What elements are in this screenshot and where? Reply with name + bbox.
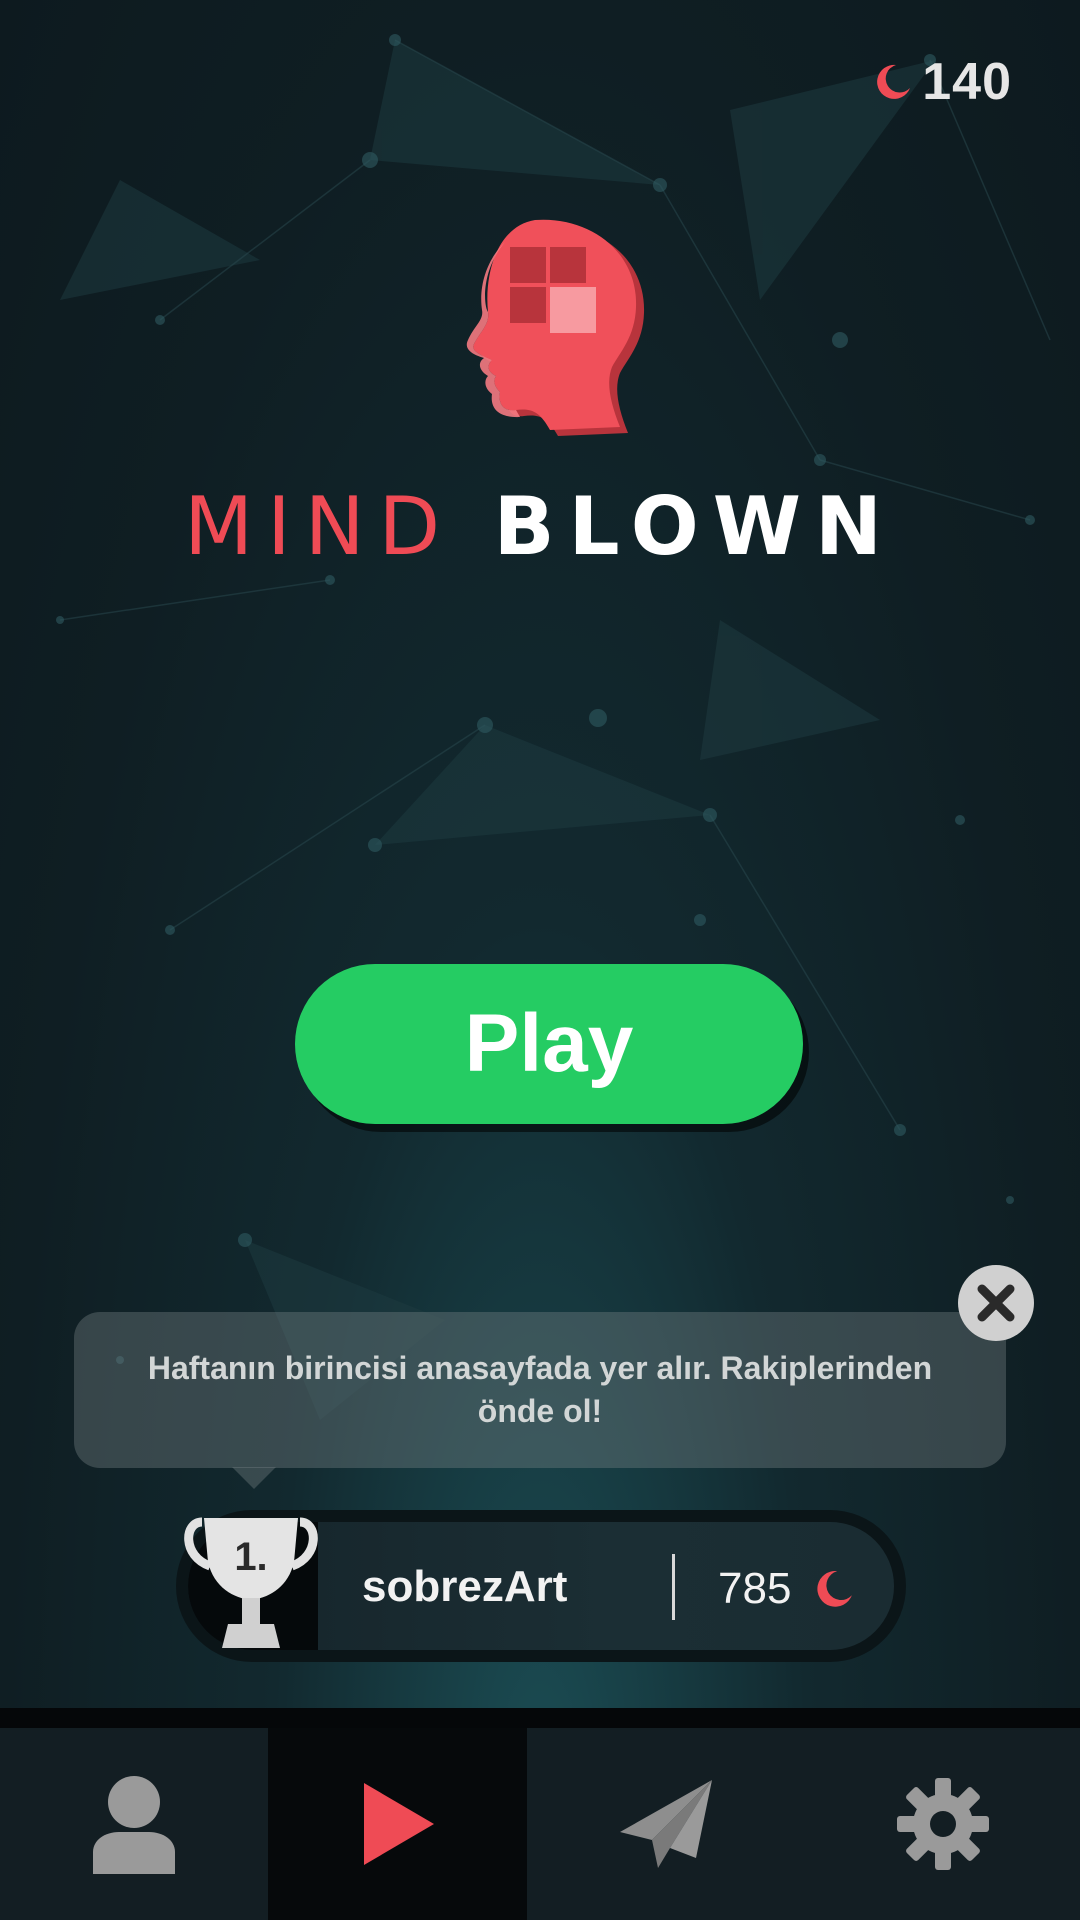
close-icon — [977, 1284, 1015, 1322]
leader-rank: 1. — [234, 1535, 267, 1579]
play-button[interactable]: Play — [295, 964, 803, 1124]
play-icon — [363, 1783, 434, 1865]
info-tooltip: Haftanın birincisi anasayfada yer alır. … — [74, 1312, 1006, 1468]
tooltip-pointer — [232, 1467, 276, 1489]
nav-play[interactable] — [268, 1728, 527, 1920]
nav-profile[interactable] — [0, 1728, 268, 1920]
nav-settings[interactable] — [805, 1728, 1080, 1920]
leader-name: sobrezArt — [362, 1562, 568, 1611]
bottom-nav — [0, 1708, 1080, 1920]
gear-icon — [896, 1778, 989, 1870]
paper-plane-icon — [620, 1780, 712, 1868]
brain-head-icon — [466, 219, 645, 436]
title-word-blown: BLOWN — [493, 480, 896, 573]
close-tooltip-button[interactable] — [958, 1265, 1034, 1341]
leader-score: 785 — [718, 1564, 792, 1613]
tooltip-text: Haftanın birincisi anasayfada yer alır. … — [147, 1350, 933, 1429]
leader-divider — [672, 1554, 675, 1620]
moon-icon — [817, 1571, 852, 1607]
currency-display: 140 — [872, 52, 1012, 112]
app-title: MIND BLOWN — [0, 480, 1080, 573]
title-word-mind: MIND — [184, 480, 455, 573]
trophy-icon: 1. — [184, 1517, 318, 1648]
nav-send[interactable] — [527, 1728, 805, 1920]
moon-icon — [877, 64, 911, 99]
currency-value: 140 — [922, 53, 1012, 111]
user-icon — [93, 1776, 175, 1874]
